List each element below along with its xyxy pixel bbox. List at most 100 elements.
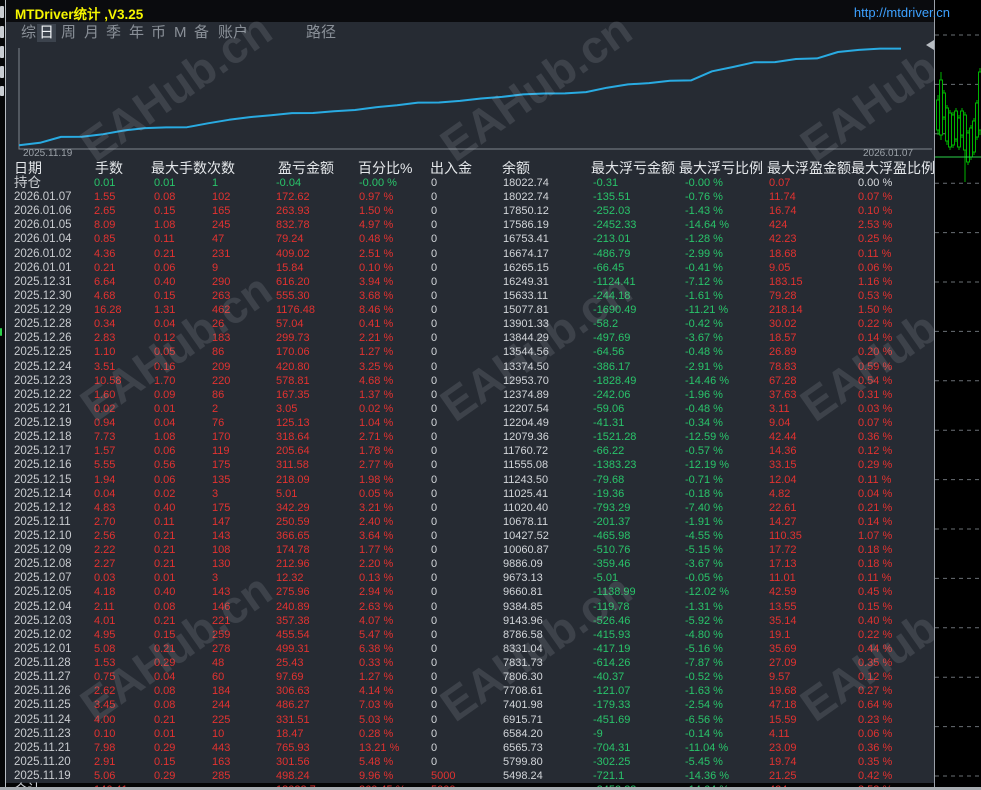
table-cell: 1.70 <box>154 374 175 388</box>
table-cell: 218.14 <box>769 303 803 317</box>
table-cell: -1.96 % <box>685 388 723 402</box>
table-cell: -0.71 % <box>685 473 723 487</box>
table-cell: 3.25 % <box>359 360 393 374</box>
table-cell: 0.15 % <box>858 600 892 614</box>
table-cell: 12374.89 <box>503 388 549 402</box>
table-cell: 26 <box>212 317 224 331</box>
table-row: 2025.12.054.180.40143275.962.94 %09660.8… <box>6 585 935 599</box>
table-cell: 57.04 <box>276 317 304 331</box>
table-cell: 306.63 <box>276 684 310 698</box>
table-cell: 1.27 % <box>359 670 393 684</box>
table-cell: 0.15 <box>154 628 175 642</box>
table-cell: 212.96 <box>276 557 310 571</box>
table-row: 2025.12.243.510.16209420.803.25 %013374.… <box>6 360 935 374</box>
table-cell: -19.36 <box>593 487 624 501</box>
table-cell: 0.12 % <box>858 444 892 458</box>
toolbar-edge-tick <box>0 6 4 18</box>
table-cell: 9.57 <box>769 670 790 684</box>
table-cell: 0 <box>431 275 437 289</box>
table-cell: -1521.28 <box>593 430 636 444</box>
table-cell: 2026.01.01 <box>14 261 72 275</box>
table-cell: 2025.11.21 <box>14 741 71 755</box>
table-row: 2025.11.253.450.08244486.277.03 %07401.9… <box>6 698 935 712</box>
background-chart-strip <box>935 0 981 790</box>
table-cell: 2025.12.03 <box>14 614 72 628</box>
table-cell: 130 <box>212 557 230 571</box>
table-cell: -1138.99 <box>593 585 636 599</box>
table-cell: 1.78 % <box>359 444 393 458</box>
table-cell: 165 <box>212 204 230 218</box>
table-cell: 0.54 % <box>858 374 892 388</box>
table-cell: -3.67 % <box>685 331 723 345</box>
table-cell: 0 <box>431 402 437 416</box>
table-row: 2025.12.2916.281.314621176.488.46 %01507… <box>6 303 935 317</box>
table-cell: 163 <box>212 755 230 769</box>
table-cell: 23.09 <box>769 741 797 755</box>
table-cell: 2 <box>212 402 218 416</box>
table-cell: 12207.54 <box>503 402 549 416</box>
table-cell: 2025.12.24 <box>14 360 72 374</box>
table-cell: -704.31 <box>593 741 630 755</box>
table-cell: 10427.52 <box>503 529 549 543</box>
table-cell: 0.31 % <box>858 388 892 402</box>
table-cell: 2025.12.01 <box>14 642 72 656</box>
table-cell: 0 <box>431 430 437 444</box>
table-row: 2025.12.187.731.08170318.642.71 %012079.… <box>6 430 935 444</box>
table-cell: 278 <box>212 642 230 656</box>
table-cell: 0 <box>431 501 437 515</box>
table-cell: 16753.41 <box>503 232 549 246</box>
table-cell: 0.33 % <box>359 656 393 670</box>
table-cell: 0 <box>431 289 437 303</box>
toolbar-edge-tick <box>0 66 4 78</box>
table-cell: 0.08 <box>154 190 175 204</box>
table-cell: 0.35 % <box>858 755 892 769</box>
table-cell: 0.34 <box>94 317 115 331</box>
table-cell: -5.01 <box>593 571 618 585</box>
table-cell: 0.05 % <box>359 487 393 501</box>
table-cell: 5.08 <box>94 642 115 656</box>
table-cell: 2.27 <box>94 557 115 571</box>
table-cell: -1383.23 <box>593 458 636 472</box>
table-cell: -497.69 <box>593 331 630 345</box>
table-cell: 17.72 <box>769 543 797 557</box>
table-cell: 0 <box>431 557 437 571</box>
table-cell: 2025.12.26 <box>14 331 72 345</box>
table-cell: 2.20 % <box>359 557 393 571</box>
table-cell: -4.80 % <box>685 628 723 642</box>
table-row: 2025.12.024.950.15259455.545.47 %08786.5… <box>6 628 935 642</box>
table-cell: -4.55 % <box>685 529 723 543</box>
table-row: 2025.12.070.030.01312.320.13 %09673.13-5… <box>6 571 935 585</box>
table-row: 2025.12.210.020.0123.050.02 %012207.54-5… <box>6 402 935 416</box>
site-link[interactable]: http://mtdriver.cn <box>854 5 950 20</box>
table-cell: 311.58 <box>276 458 309 472</box>
table-cell: 4.07 % <box>359 614 393 628</box>
table-cell: 424 <box>769 218 787 232</box>
table-cell: 0.40 <box>154 585 175 599</box>
table-cell: 18.57 <box>769 331 797 345</box>
table-row: 2025.12.251.100.0586170.061.27 %013544.5… <box>6 345 935 359</box>
table-cell: -201.37 <box>593 515 630 529</box>
table-cell: 0.03 % <box>858 402 892 416</box>
table-cell: 13374.50 <box>503 360 549 374</box>
table-cell: 11.01 <box>769 571 796 585</box>
table-cell: 33.15 <box>769 458 797 472</box>
table-cell: 7401.98 <box>503 698 543 712</box>
table-cell: 2.71 % <box>359 430 393 444</box>
table-cell: 0 <box>431 600 437 614</box>
table-cell: -14.46 % <box>685 374 729 388</box>
table-cell: 0.02 <box>154 487 175 501</box>
table-cell: -11.21 % <box>685 303 728 317</box>
table-cell: 0.64 % <box>858 698 892 712</box>
table-cell: 0.59 % <box>858 360 892 374</box>
table-cell: 11760.72 <box>503 444 548 458</box>
table-cell: 0.06 <box>154 261 175 275</box>
table-cell: 0.40 <box>154 275 175 289</box>
screen: MTDriver统计 ,V3.25 综日周月季年币M备账户路径 2025.11.… <box>0 0 981 790</box>
table-cell: 0.21 <box>154 557 175 571</box>
table-cell: 13.21 % <box>359 741 399 755</box>
table-cell: 0.04 <box>154 670 175 684</box>
table-cell: 0.01 <box>154 176 175 190</box>
table-cell: 2.22 <box>94 543 115 557</box>
table-row: 2025.11.230.100.011018.470.28 %06584.20-… <box>6 727 935 741</box>
collapse-arrow-icon[interactable] <box>926 40 934 50</box>
